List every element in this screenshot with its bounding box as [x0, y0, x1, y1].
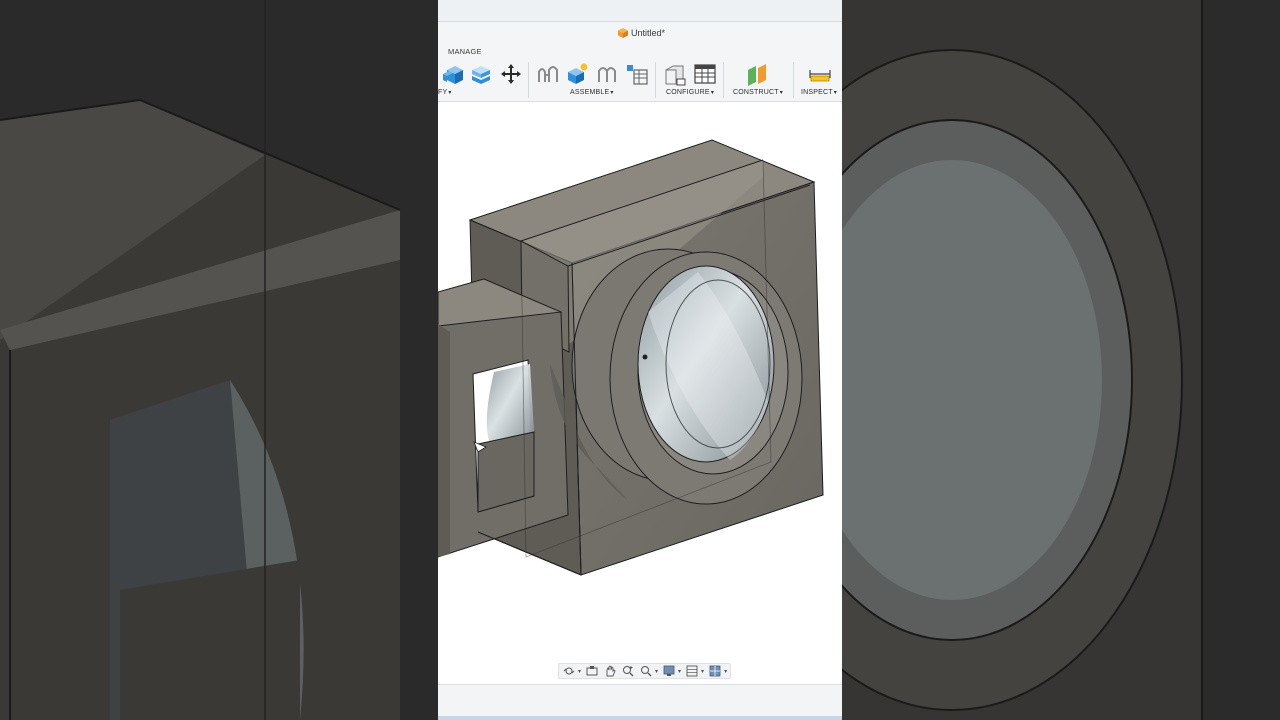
group-configure-label[interactable]: CONFIGURE▾	[666, 89, 714, 96]
viewports-caret-icon[interactable]: ▾	[724, 668, 727, 675]
pan-icon[interactable]	[603, 665, 617, 677]
document-title: Untitled*	[631, 28, 666, 38]
joint-icon[interactable]	[536, 62, 560, 86]
orbit-caret-icon[interactable]: ▾	[578, 668, 581, 675]
title-bar	[438, 0, 842, 22]
measure-icon[interactable]	[808, 62, 832, 86]
zoom-caret-icon[interactable]: ▾	[655, 668, 658, 675]
zoom-window-icon[interactable]	[639, 665, 653, 677]
display-settings-icon[interactable]	[662, 665, 676, 677]
grid-icon[interactable]	[685, 665, 699, 677]
toolbar-ribbon: MANAGE FY▾ ASSEMBLE▾ CONFIGURE▾ CONSTRUC…	[438, 44, 842, 102]
group-separator	[793, 62, 794, 98]
joint-origin-icon[interactable]	[625, 62, 649, 86]
timeline-bar	[438, 684, 842, 716]
group-separator	[528, 62, 529, 98]
navigation-bar: ▾ ▾ ▾ ▾ ▾	[558, 663, 732, 679]
status-strip	[438, 716, 842, 720]
group-modify-label[interactable]: FY▾	[438, 89, 452, 96]
background-blur-left	[0, 0, 438, 720]
canvas-viewport[interactable]: ▾ ▾ ▾ ▾ ▾	[438, 102, 842, 684]
group-separator	[723, 62, 724, 98]
table-icon[interactable]	[693, 62, 717, 86]
combine-icon[interactable]	[469, 62, 493, 86]
viewports-icon[interactable]	[708, 665, 722, 677]
as-built-joint-icon[interactable]	[595, 62, 619, 86]
document-tab[interactable]: Untitled*	[618, 28, 665, 38]
tab-manage[interactable]: MANAGE	[448, 47, 482, 56]
offset-plane-icon[interactable]	[745, 62, 769, 86]
move-icon[interactable]	[499, 62, 523, 86]
background-blur-right	[842, 0, 1280, 720]
group-separator	[655, 62, 656, 98]
grid-caret-icon[interactable]: ▾	[701, 668, 704, 675]
fusion-app-window: Untitled* MANAGE FY▾ ASSEMBLE▾ CONFIGURE…	[438, 0, 842, 720]
document-cube-icon	[618, 28, 628, 38]
group-assemble-label[interactable]: ASSEMBLE▾	[570, 89, 614, 96]
solid-box-icon[interactable]	[441, 62, 465, 86]
group-construct-label[interactable]: CONSTRUCT▾	[733, 89, 783, 96]
model-render	[438, 139, 824, 576]
look-at-icon[interactable]	[585, 665, 599, 677]
display-caret-icon[interactable]: ▾	[678, 668, 681, 675]
group-inspect-label[interactable]: INSPECT▾	[801, 89, 837, 96]
document-tab-bar: Untitled*	[438, 22, 842, 44]
orbit-icon[interactable]	[562, 665, 576, 677]
zoom-icon[interactable]	[621, 665, 635, 677]
new-component-icon[interactable]	[565, 62, 589, 86]
configure-icon[interactable]	[663, 62, 687, 86]
